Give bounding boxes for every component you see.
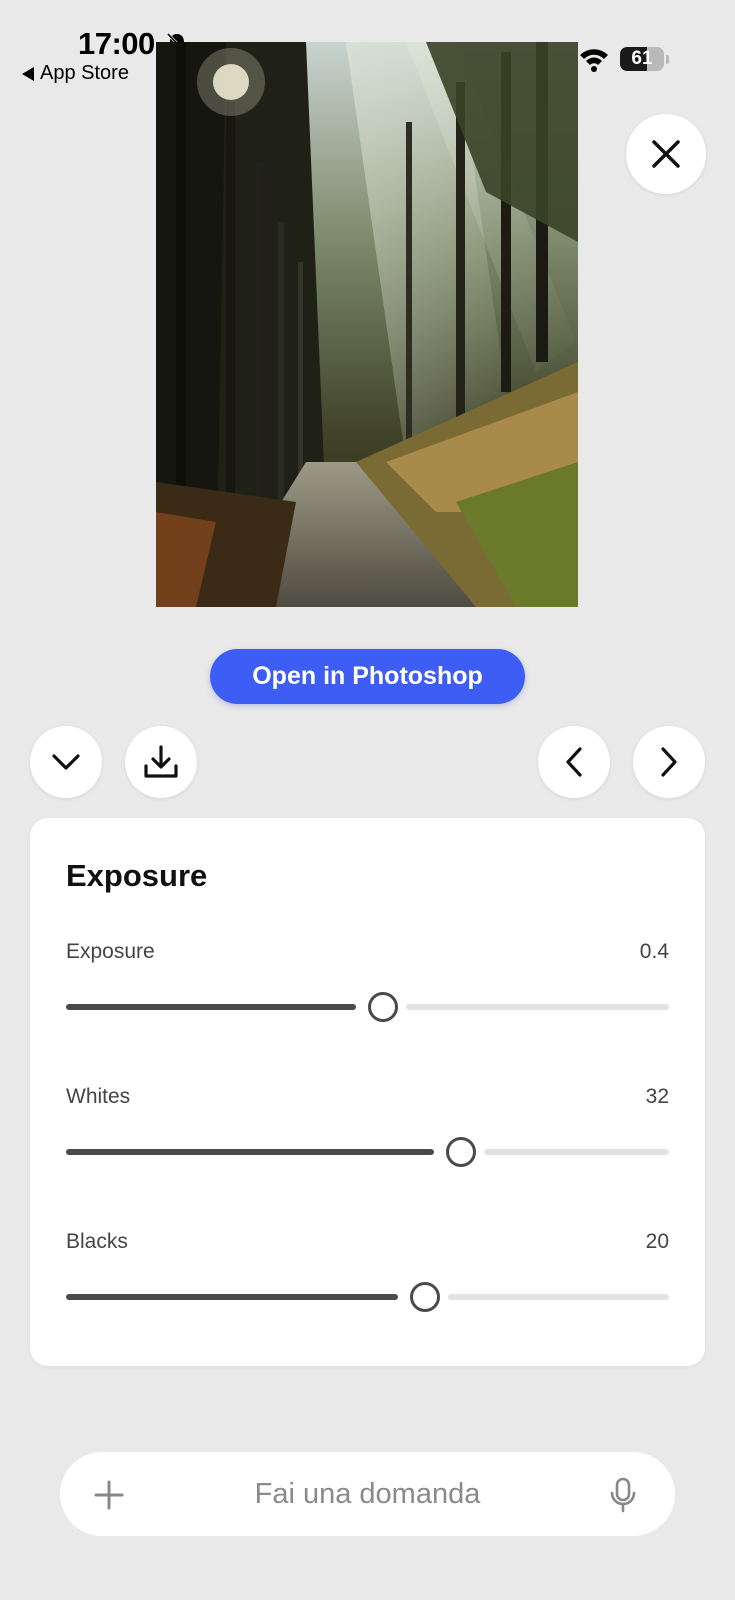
adjustment-panel: Exposure Exposure 0.4 Whites 32 Blacks 2…	[30, 818, 705, 1366]
slider-value: 32	[645, 1085, 669, 1108]
battery-percent: 61	[631, 48, 653, 69]
close-icon	[652, 140, 680, 168]
chevron-down-icon	[52, 754, 80, 770]
slider-track-empty	[405, 1004, 669, 1010]
slider-thumb[interactable]	[409, 1282, 440, 1312]
whites-slider[interactable]	[66, 1137, 669, 1167]
panel-title: Exposure	[66, 858, 208, 893]
download-icon	[144, 745, 178, 778]
back-to-app-store[interactable]: App Store	[22, 62, 129, 85]
close-button[interactable]	[626, 114, 706, 194]
slider-track-empty	[447, 1294, 669, 1300]
slider-row-exposure: Exposure 0.4	[66, 940, 669, 1030]
chevron-right-icon	[661, 747, 677, 777]
slider-row-blacks: Blacks 20	[66, 1230, 669, 1320]
slider-value: 20	[645, 1230, 669, 1253]
slider-label: Exposure	[66, 940, 155, 963]
slider-thumb[interactable]	[367, 992, 398, 1022]
slider-track-filled	[66, 1294, 398, 1300]
photo-preview	[156, 42, 578, 607]
previous-button[interactable]	[538, 726, 610, 798]
microphone-icon[interactable]	[608, 1477, 638, 1513]
ask-input-bar[interactable]: Fai una domanda	[60, 1452, 675, 1536]
blacks-slider[interactable]	[66, 1282, 669, 1312]
status-time: 17:00	[78, 26, 155, 61]
back-arrow-icon	[22, 66, 34, 81]
slider-row-whites: Whites 32	[66, 1085, 669, 1175]
slider-track-empty	[483, 1149, 669, 1155]
slider-label: Blacks	[66, 1230, 128, 1253]
slider-value: 0.4	[639, 940, 669, 963]
ask-input-placeholder[interactable]: Fai una domanda	[60, 1452, 675, 1536]
slider-label: Whites	[66, 1085, 131, 1108]
next-button[interactable]	[633, 726, 705, 798]
collapse-button[interactable]	[30, 726, 102, 798]
slider-thumb[interactable]	[445, 1137, 476, 1167]
back-app-label: App Store	[40, 62, 129, 84]
exposure-slider[interactable]	[66, 992, 669, 1022]
wifi-icon	[580, 49, 608, 72]
open-in-photoshop-button[interactable]: Open in Photoshop	[210, 649, 525, 704]
battery-indicator: 61	[620, 47, 670, 73]
slider-track-filled	[66, 1004, 356, 1010]
chevron-left-icon	[566, 747, 582, 777]
download-button[interactable]	[125, 726, 197, 798]
slider-track-filled	[66, 1149, 434, 1155]
